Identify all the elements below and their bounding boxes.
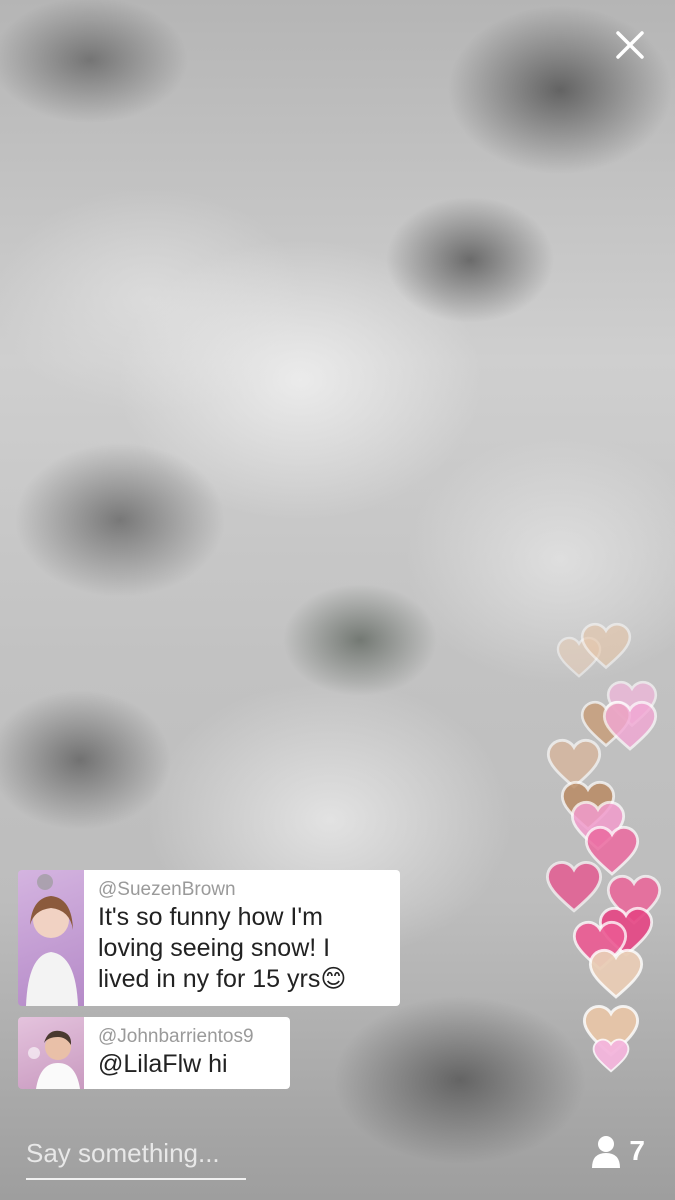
avatar <box>18 870 84 1006</box>
heart-icon <box>580 622 632 670</box>
comment-item: @Johnbarrientos9 @LilaFlw hi <box>18 1017 418 1089</box>
comment-text: @LilaFlw hi <box>98 1050 228 1078</box>
heart-icon <box>588 948 644 999</box>
input-underline <box>26 1178 246 1180</box>
comment-list: @SuezenBrown It's so funny how I'm lovin… <box>18 870 418 1100</box>
close-icon <box>616 31 644 59</box>
avatar <box>18 1017 84 1089</box>
comment-bubble: @SuezenBrown It's so funny how I'm lovin… <box>84 870 400 1006</box>
comment-text: It's so funny how I'm loving seeing snow… <box>98 903 347 993</box>
composer <box>26 1130 649 1180</box>
close-button[interactable] <box>607 22 653 68</box>
comment-username[interactable]: @SuezenBrown <box>98 878 386 902</box>
viewer-count-number: 7 <box>629 1135 645 1166</box>
person-icon <box>592 1136 621 1168</box>
say-something-input[interactable] <box>26 1130 426 1176</box>
comment-username[interactable]: @Johnbarrientos9 <box>98 1025 276 1049</box>
comment-item: @SuezenBrown It's so funny how I'm lovin… <box>18 870 418 1006</box>
comment-bubble: @Johnbarrientos9 @LilaFlw hi <box>84 1017 290 1089</box>
heart-icon <box>545 860 603 913</box>
heart-icon <box>602 700 658 751</box>
viewer-count[interactable]: 7 <box>591 1134 645 1168</box>
hearts-animation <box>540 600 670 1080</box>
heart-icon <box>592 1038 630 1073</box>
